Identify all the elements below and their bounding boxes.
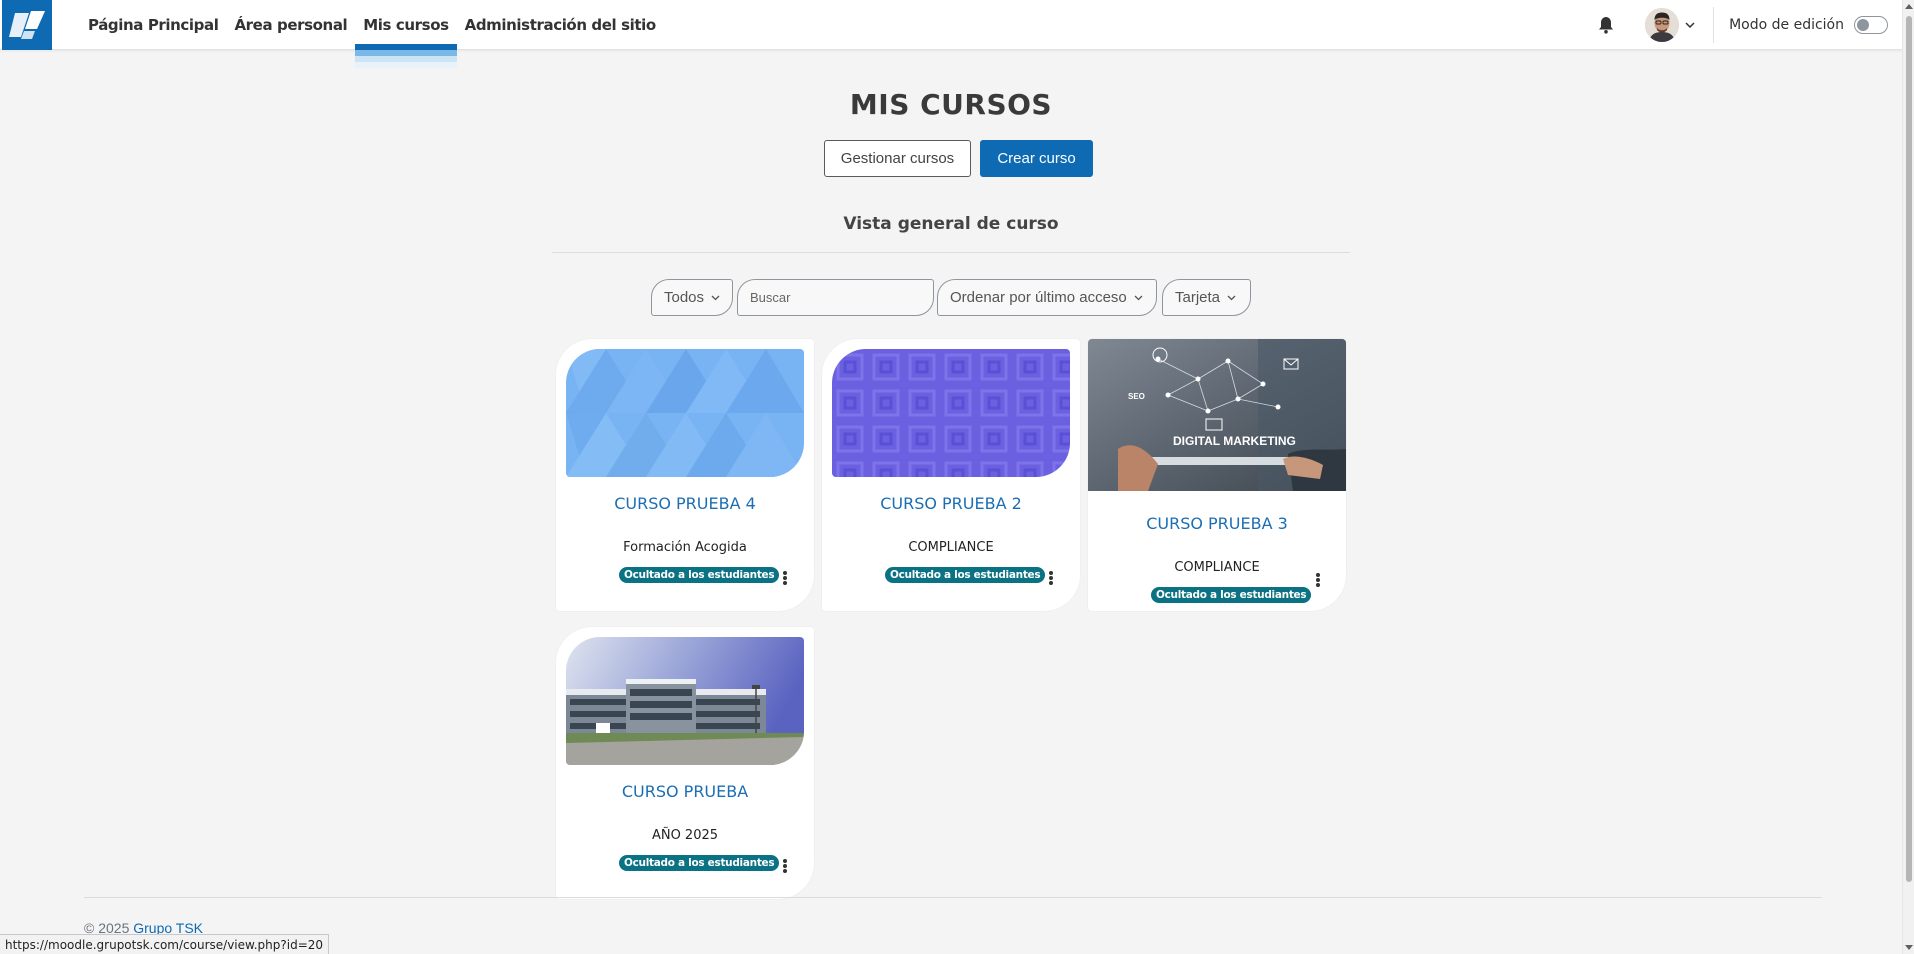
hidden-status-badge: Ocultado a los estudiantes bbox=[1151, 587, 1312, 603]
edit-mode-label: Modo de edición bbox=[1729, 17, 1844, 33]
nav-item-my-courses[interactable]: Mis cursos bbox=[355, 0, 458, 72]
svg-text:SEO: SEO bbox=[1128, 392, 1145, 401]
course-overview-heading: Vista general de curso bbox=[843, 214, 1059, 234]
hidden-status-badge: Ocultado a los estudiantes bbox=[619, 567, 780, 583]
chevron-down-icon bbox=[1134, 295, 1143, 300]
search-placeholder: Buscar bbox=[750, 290, 791, 305]
chevron-down-icon bbox=[1227, 295, 1236, 300]
course-card[interactable]: SEO DIGITAL MARKETING CURSO PRUEBA 3 COM… bbox=[1088, 339, 1346, 611]
course-title-link[interactable]: CURSO PRUEBA 3 bbox=[1088, 514, 1346, 533]
manage-courses-button[interactable]: Gestionar cursos bbox=[824, 140, 971, 177]
grouping-value: Todos bbox=[664, 289, 705, 306]
course-title-link[interactable]: CURSO PRUEBA 4 bbox=[556, 494, 814, 513]
course-category: AÑO 2025 bbox=[651, 828, 719, 843]
view-mode-dropdown[interactable]: Tarjeta bbox=[1162, 279, 1251, 316]
grouping-dropdown[interactable]: Todos bbox=[651, 279, 733, 316]
course-category: Formación Acogida bbox=[623, 540, 747, 555]
course-actions-kebab-icon[interactable] bbox=[779, 857, 791, 875]
course-category: COMPLIANCE bbox=[908, 540, 994, 555]
page-title: MIS CURSOS bbox=[849, 88, 1053, 121]
course-actions-kebab-icon[interactable] bbox=[1045, 569, 1057, 587]
course-image-blue-triangles[interactable] bbox=[566, 349, 804, 477]
course-card[interactable]: CURSO PRUEBA 2 COMPLIANCE Ocultado a los… bbox=[822, 339, 1080, 611]
nav-item-home[interactable]: Página Principal bbox=[80, 0, 226, 50]
course-category: COMPLIANCE bbox=[1174, 560, 1260, 575]
nav-item-dashboard[interactable]: Área personal bbox=[226, 0, 355, 50]
course-image-office-building-photo[interactable] bbox=[566, 637, 804, 765]
page-scrollbar[interactable] bbox=[1902, 0, 1914, 954]
sort-value: Ordenar por último acceso bbox=[950, 289, 1127, 306]
chevron-down-icon bbox=[711, 295, 720, 300]
notifications-bell-icon[interactable] bbox=[1595, 14, 1617, 36]
course-title-link[interactable]: CURSO PRUEBA 2 bbox=[822, 494, 1080, 513]
edit-mode-toggle[interactable] bbox=[1854, 16, 1888, 34]
user-menu-chevron-down-icon[interactable] bbox=[1685, 22, 1695, 28]
section-divider bbox=[552, 252, 1350, 253]
top-navbar: Página Principal Área personal Mis curso… bbox=[0, 0, 1902, 72]
course-image-purple-squares[interactable] bbox=[832, 349, 1070, 477]
logo-icon bbox=[9, 11, 45, 39]
hidden-status-badge: Ocultado a los estudiantes bbox=[885, 567, 1046, 583]
hidden-status-badge: Ocultado a los estudiantes bbox=[619, 855, 780, 871]
course-title-link[interactable]: CURSO PRUEBA bbox=[556, 782, 814, 801]
course-card[interactable]: CURSO PRUEBA 4 Formación Acogida Ocultad… bbox=[556, 339, 814, 611]
course-search-input[interactable]: Buscar bbox=[737, 279, 934, 316]
user-avatar[interactable] bbox=[1645, 8, 1680, 42]
course-card[interactable]: CURSO PRUEBA AÑO 2025 Ocultado a los est… bbox=[556, 627, 814, 899]
browser-status-url: https://moodle.grupotsk.com/course/view.… bbox=[0, 934, 330, 954]
site-logo[interactable] bbox=[2, 0, 52, 50]
course-actions-kebab-icon[interactable] bbox=[779, 569, 791, 587]
course-actions-kebab-icon[interactable] bbox=[1312, 571, 1324, 589]
navbar-divider bbox=[1713, 7, 1715, 43]
view-mode-value: Tarjeta bbox=[1175, 289, 1221, 306]
scrollbar-thumb[interactable] bbox=[1906, 16, 1912, 882]
footer-divider bbox=[84, 897, 1822, 898]
create-course-button[interactable]: Crear curso bbox=[980, 140, 1093, 177]
scroll-down-arrow-icon[interactable] bbox=[1905, 945, 1913, 950]
course-image-digital-marketing-photo[interactable]: SEO DIGITAL MARKETING bbox=[1088, 339, 1346, 491]
scroll-up-arrow-icon[interactable] bbox=[1905, 4, 1913, 9]
nav-item-site-admin[interactable]: Administración del sitio bbox=[457, 0, 664, 50]
digital-marketing-image-text: DIGITAL MARKETING bbox=[1173, 434, 1296, 448]
sort-dropdown[interactable]: Ordenar por último acceso bbox=[937, 279, 1157, 316]
